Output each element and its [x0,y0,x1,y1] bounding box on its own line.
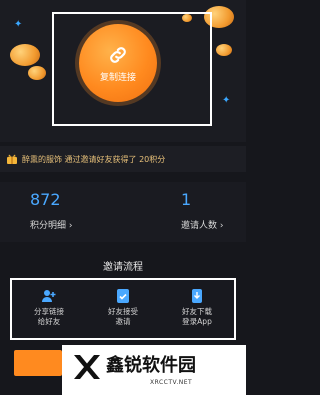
step-line-2: 登录App [182,317,212,326]
watermark: 鑫锐软件园 XRCCTV.NET [62,345,246,395]
invite-flow: 分享链接 给好友 好友接受 邀请 好友下载 登录App [10,278,236,340]
flow-step-download: 好友下载 登录App [165,280,229,327]
points-value: 872 [30,190,61,209]
step-line-2: 邀请 [115,317,131,326]
stats-panel: 872 积分明细 › 1 邀请人数 › [0,182,246,242]
invites-label: 邀请人数 › [181,221,224,231]
step-line-1: 好友下载 [182,307,212,316]
watermark-logo-icon [74,355,100,379]
banner-text: 醉熏的服饰 通过邀请好友获得了 20积分 [22,154,166,164]
watermark-url: XRCCTV.NET [150,379,193,386]
invite-action-button[interactable] [14,350,62,376]
invites-value: 1 [181,190,192,209]
app-download-icon [192,289,202,303]
sparkle-icon: ✦ [222,95,231,106]
coin-decoration [10,44,40,66]
check-doc-icon [117,289,129,303]
user-add-icon [42,290,56,302]
gift-icon [7,154,17,164]
activity-banner: 醉熏的服饰 通过邀请好友获得了 20积分 [0,146,246,172]
watermark-name: 鑫锐软件园 [106,355,196,376]
points-label: 积分明细 › [30,221,73,231]
step-line-1: 好友接受 [108,307,138,316]
step-line-2: 给好友 [37,317,61,326]
coin-decoration [216,44,232,56]
flow-step-share: 分享链接 给好友 [17,280,81,327]
step-line-1: 分享链接 [34,307,64,316]
copy-link-button[interactable]: 复制连接 [79,24,157,102]
flow-title: 邀请流程 [103,262,143,273]
points-stat[interactable]: 872 积分明细 › [0,182,123,242]
flow-step-accept: 好友接受 邀请 [91,280,155,327]
coin-decoration [28,66,46,80]
sparkle-icon: ✦ [14,19,23,30]
link-icon [110,46,126,63]
hero-section: ✦ ✦ 复制连接 [0,0,246,142]
copy-link-label: 复制连接 [99,72,136,83]
invites-stat[interactable]: 1 邀请人数 › [123,182,246,242]
